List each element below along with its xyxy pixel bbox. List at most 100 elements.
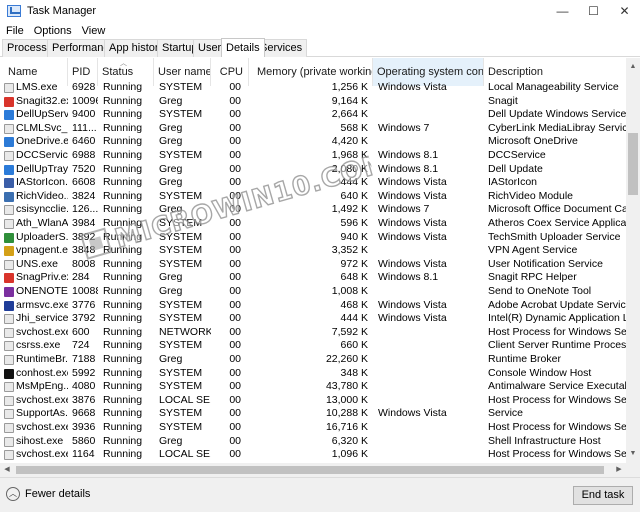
process-user: SYSTEM: [159, 257, 203, 270]
process-description: Adobe Acrobat Update Service: [488, 298, 626, 311]
process-memory: 1,492 K: [331, 203, 368, 216]
table-row[interactable]: svchost.exe 1164 Running LOCAL SE... 00 1,096…: [0, 448, 626, 462]
process-cpu: 00: [229, 407, 241, 420]
vertical-scrollbar[interactable]: ▲ ▼: [626, 58, 640, 463]
process-cpu: 00: [229, 353, 241, 365]
tab-details[interactable]: Details: [221, 38, 265, 57]
process-description: Snagit: [488, 94, 518, 107]
process-status: Running: [103, 298, 143, 311]
process-cpu: 00: [229, 312, 241, 325]
table-row[interactable]: LMS.exe 6928 Running SYSTEM 00 1,256 K Windows…: [0, 81, 626, 95]
process-memory: 660 K: [340, 339, 368, 352]
process-pid: 3936: [72, 421, 96, 433]
scroll-down-icon[interactable]: ▼: [626, 447, 640, 461]
process-cpu: 00: [229, 176, 241, 189]
process-os-context: Windows 8.1: [378, 149, 439, 161]
process-name: svchost.exe: [16, 325, 68, 338]
snagit-icon: [4, 273, 14, 284]
process-name: IAStorIcon...: [16, 176, 68, 189]
process-memory: 22,260 K: [325, 353, 368, 365]
table-row[interactable]: sihost.exe 5860 Running Greg 00 6,320 K Shell …: [0, 435, 626, 449]
process-pid: 9668: [72, 407, 96, 420]
vpn-lock-icon: [4, 246, 14, 257]
menu-view[interactable]: View: [77, 25, 111, 37]
menu-options[interactable]: Options: [29, 25, 77, 37]
process-name: svchost.exe: [16, 421, 68, 433]
table-row[interactable]: UNS.exe 8008 Running SYSTEM 00 972 K Windows V…: [0, 258, 626, 272]
table-row[interactable]: Jhi_service.... 3792 Running SYSTEM 00 444 K W…: [0, 312, 626, 326]
gear-icon: [4, 178, 14, 189]
process-pid: 5860: [72, 434, 96, 447]
process-name: svchost.exe: [16, 393, 68, 406]
table-row[interactable]: vpnagent.e... 3848 Running SYSTEM 00 3,352 K V…: [0, 244, 626, 258]
process-status: Running: [103, 149, 143, 161]
table-row[interactable]: RichVideo.... 3824 Running SYSTEM 00 640 K Win…: [0, 190, 626, 204]
process-pid: 1164: [72, 448, 95, 461]
table-row[interactable]: SupportAs... 9668 Running SYSTEM 00 10,288 K W…: [0, 407, 626, 421]
process-description: Dell Update Windows Service: [488, 108, 626, 121]
process-user: LOCAL SE...: [159, 393, 211, 406]
table-row[interactable]: svchost.exe 600 Running NETWORK... 00 7,592 K…: [0, 326, 626, 340]
table-row[interactable]: DellUpTray... 7520 Running Greg 00 2,080 K Win…: [0, 163, 626, 177]
table-row[interactable]: Snagit32.exe 10096 Running Greg 00 9,164 K Sna…: [0, 95, 626, 109]
table-row[interactable]: Ath_WlanA... 3984 Running SYSTEM 00 596 K Wind…: [0, 217, 626, 231]
menu-file[interactable]: File: [1, 25, 29, 37]
process-name: sihost.exe: [16, 434, 64, 447]
table-row[interactable]: ONENOTE... 10088 Running Greg 00 1,008 K Send …: [0, 285, 626, 299]
process-description: User Notification Service: [488, 257, 603, 270]
process-memory: 43,780 K: [325, 380, 368, 393]
scroll-up-icon[interactable]: ▲: [626, 60, 640, 74]
process-user: Greg: [159, 94, 183, 107]
process-memory: 468 K: [340, 298, 368, 311]
vertical-scroll-thumb[interactable]: [628, 133, 638, 195]
process-os-context: Windows 7: [378, 121, 430, 134]
fewer-details-toggle[interactable]: ︿ Fewer details: [6, 487, 90, 501]
table-row[interactable]: armsvc.exe 3776 Running SYSTEM 00 468 K Window…: [0, 299, 626, 313]
horizontal-scroll-thumb[interactable]: [16, 466, 604, 474]
process-user: SYSTEM: [159, 244, 203, 257]
onenote-icon: [4, 287, 14, 297]
table-row[interactable]: IAStorIcon... 6608 Running Greg 00 444 K Windo…: [0, 176, 626, 190]
scroll-right-icon[interactable]: ▶: [612, 463, 626, 477]
process-cpu: 00: [229, 339, 241, 352]
minimize-button[interactable]: —: [547, 0, 578, 22]
process-description: Microsoft OneDrive: [488, 135, 578, 148]
table-row[interactable]: svchost.exe 3936 Running SYSTEM 00 16,716 K Ho…: [0, 421, 626, 435]
table-row[interactable]: conhost.exe 5992 Running SYSTEM 00 348 K Conso…: [0, 367, 626, 381]
process-cpu: 00: [229, 203, 241, 216]
process-status: Running: [103, 230, 143, 243]
table-row[interactable]: OneDrive.e... 6460 Running Greg 00 4,420 K Mic…: [0, 135, 626, 149]
table-row[interactable]: CLMLSvc_... 111... Running Greg 00 568 K Windo…: [0, 122, 626, 136]
process-status: Running: [103, 271, 143, 284]
process-name: UNS.exe: [16, 257, 59, 270]
table-row[interactable]: csisyncclie... 126... Running Greg 00 1,492 K…: [0, 203, 626, 217]
table-row[interactable]: csrss.exe 724 Running SYSTEM 00 660 K Client S…: [0, 339, 626, 353]
maximize-button[interactable]: ☐: [578, 0, 609, 22]
service-icon: [4, 436, 14, 447]
table-row[interactable]: RuntimeBr... 7188 Running Greg 00 22,260 K Run…: [0, 353, 626, 367]
process-name: CLMLSvc_...: [16, 121, 68, 134]
table-row[interactable]: UploaderS... 3892 Running SYSTEM 00 940 K Wind…: [0, 231, 626, 245]
process-pid: 600: [72, 325, 90, 338]
scroll-left-icon[interactable]: ◀: [0, 463, 14, 477]
table-row[interactable]: SnagPriv.exe 284 Running Greg 00 648 K Windows…: [0, 271, 626, 285]
process-pid: 3824: [72, 189, 96, 202]
process-cpu: 00: [229, 448, 241, 461]
process-description: Dell Update: [488, 162, 543, 175]
process-os-context: [378, 394, 482, 408]
process-memory: 3,352 K: [331, 244, 368, 257]
close-button[interactable]: ✕: [609, 0, 640, 22]
horizontal-scrollbar[interactable]: ◀ ▶: [0, 463, 626, 477]
service-icon: [4, 409, 14, 420]
process-pid: 10088: [72, 285, 98, 297]
end-task-button[interactable]: End task: [573, 486, 633, 505]
process-cpu: 00: [229, 217, 241, 229]
service-icon: [4, 382, 14, 393]
table-row[interactable]: DellUpServ... 9400 Running SYSTEM 00 2,664 K D…: [0, 108, 626, 122]
table-row[interactable]: svchost.exe 3876 Running LOCAL SE... 00 13,00…: [0, 394, 626, 408]
table-row[interactable]: DCCServic... 6988 Running SYSTEM 00 1,968 K Wi…: [0, 149, 626, 163]
process-name: svchost.exe: [16, 448, 68, 461]
table-row[interactable]: MsMpEng.... 4080 Running SYSTEM 00 43,780 K An…: [0, 380, 626, 394]
service-icon: [4, 259, 14, 270]
process-description: RichVideo Module: [488, 189, 574, 202]
